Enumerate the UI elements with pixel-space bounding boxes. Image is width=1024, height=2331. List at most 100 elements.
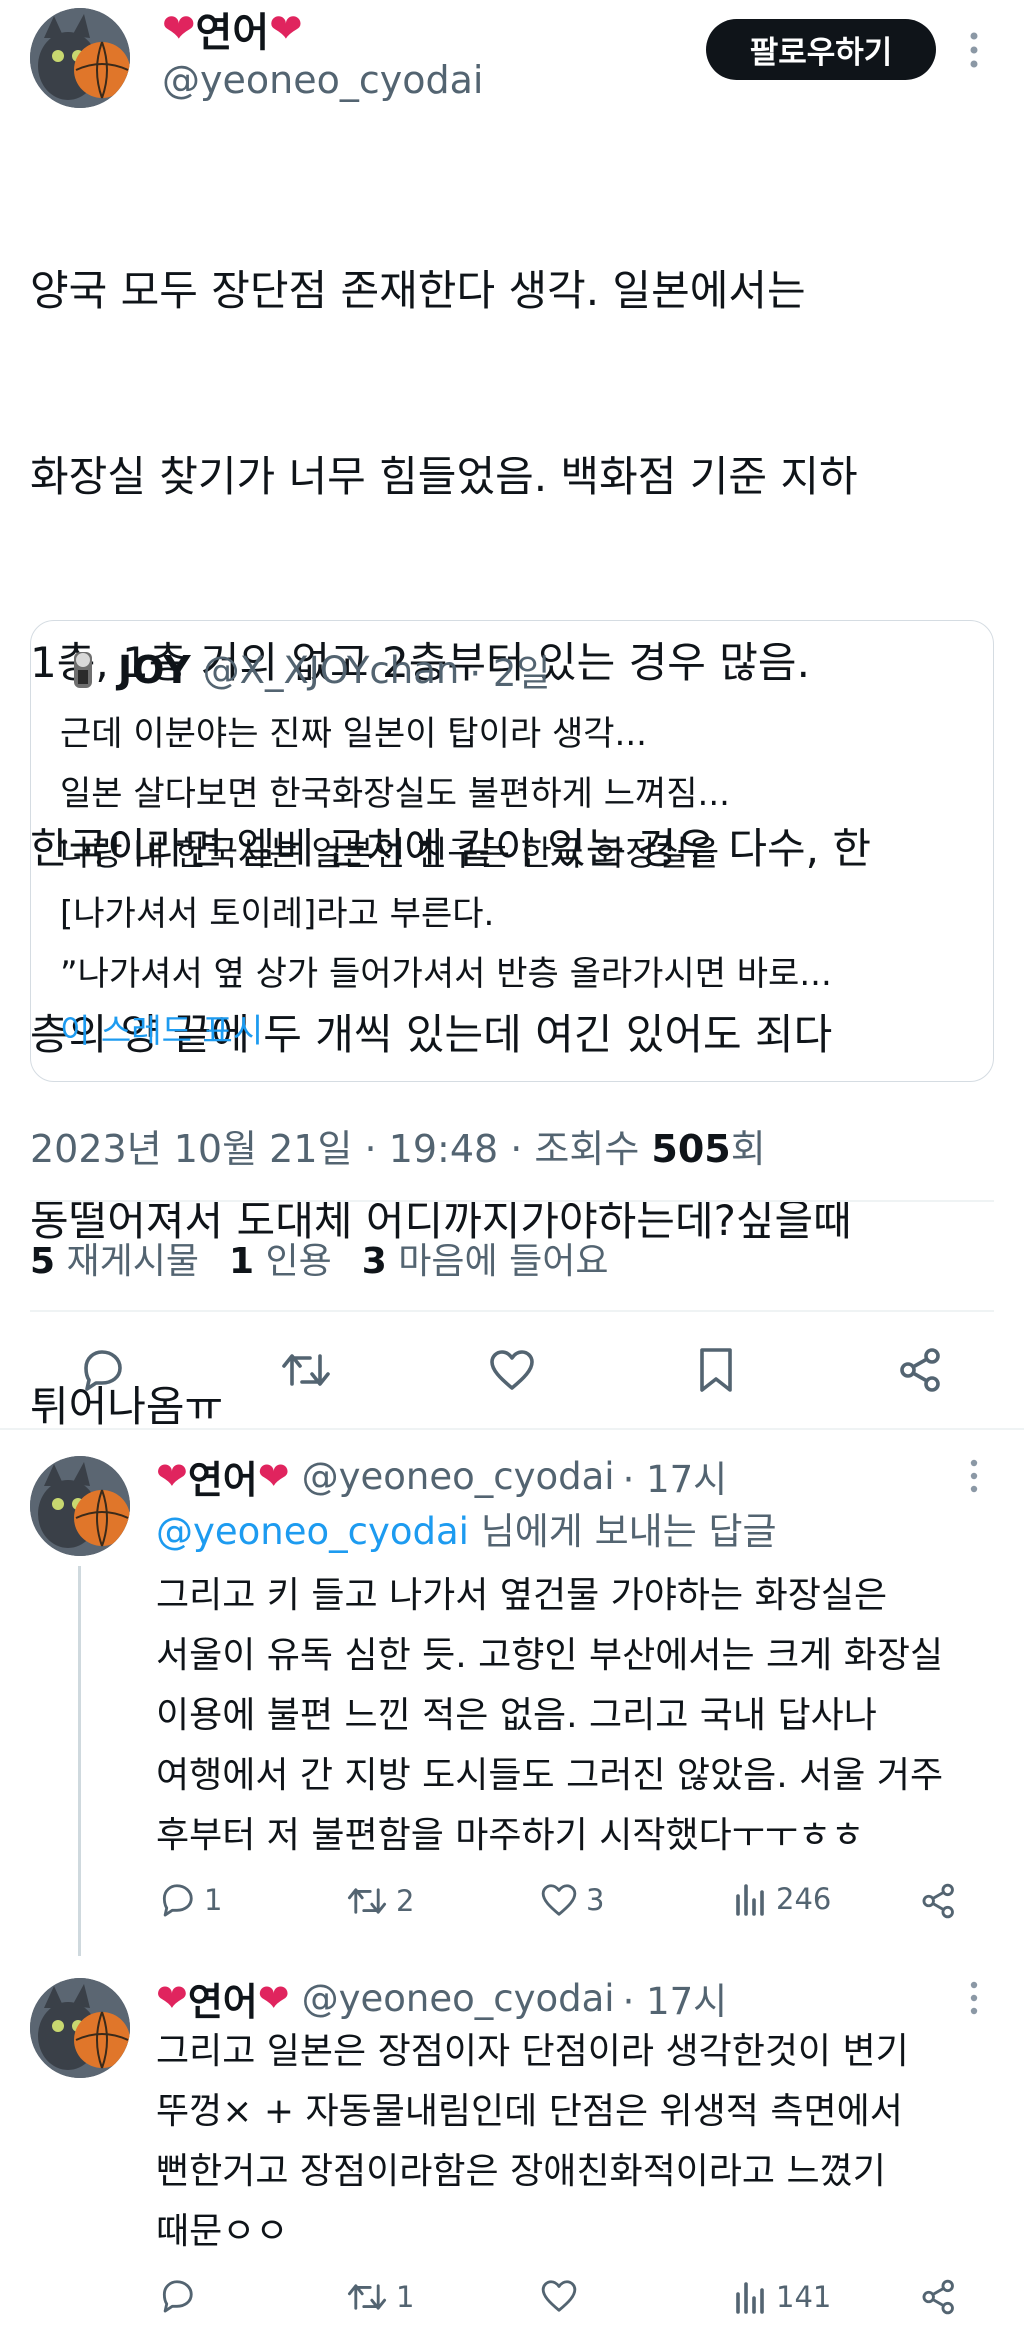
reply-text-line: 때문ㅇㅇ (156, 2211, 289, 2252)
views-action[interactable]: 141 (734, 2280, 831, 2314)
retweet-count: 2 (396, 1884, 415, 1918)
likes-stat[interactable]: 3 마음에 들어요 (362, 1232, 609, 1284)
reply-text-line: 이용에 불편 느낀 적은 없음. 그리고 국내 답사나 (156, 1695, 877, 1736)
like-count: 3 (586, 1883, 605, 1917)
retweets-count: 5 (30, 1241, 56, 1282)
reply-time: · 17시 (622, 1458, 728, 1501)
heart-emoji-icon: ❤ (269, 6, 303, 52)
quote-text-line: 나랑 내 한국사는 일본인 친구는 한국 화장실을 (60, 834, 720, 874)
retweet-icon (347, 2284, 387, 2310)
replying-to-suffix: 님에게 보내는 답글 (468, 1510, 777, 1553)
quote-author-handle[interactable]: @X_XJOYchan (203, 649, 460, 692)
reply-avatar[interactable] (30, 1456, 130, 1556)
reply-text-line: 후부터 저 불편함을 마주하기 시작했다ㅜㅜㅎㅎ (156, 1815, 865, 1856)
thread-line (78, 1566, 81, 1956)
heart-emoji-icon: ❤ (156, 1454, 188, 1498)
reply-icon (162, 1884, 193, 1917)
reply-author-name[interactable]: 연어 (188, 1449, 258, 1504)
reply-author-handle[interactable]: @yeoneo_cyodai (302, 1977, 615, 2020)
reply-header: ❤ 연어 ❤ @yeoneo_cyodai · 17시 (156, 1970, 727, 2026)
share-icon[interactable] (898, 1346, 944, 1398)
reply-avatar[interactable] (30, 1978, 130, 2078)
quote-text-line: ”나가셔서 옆 상가 들어가셔서 반층 올라가시면 바로... (60, 954, 832, 994)
reply-icon[interactable] (78, 1348, 126, 1396)
author-handle[interactable]: @yeoneo_cyodai (162, 58, 483, 102)
reply-text: 그리고 키 들고 나가서 옆건물 가야하는 화장실은 서울이 유독 심한 듯. … (156, 1566, 1006, 1866)
heart-emoji-icon: ❤ (156, 1976, 188, 2020)
likes-count: 3 (361, 1241, 387, 1282)
reply-header: ❤ 연어 ❤ @yeoneo_cyodai · 17시 (156, 1448, 727, 1504)
quote-author-name[interactable]: JOY (118, 648, 191, 692)
more-options-icon[interactable] (966, 30, 982, 70)
reply-text: 그리고 일본은 장점이자 단점이라 생각한것이 변기 뚜껑× + 자동물내림인데… (156, 2022, 1006, 2262)
divider (0, 1428, 1024, 1430)
quote-text-line: 일본 살다보면 한국화장실도 불편하게 느껴짐... (60, 774, 730, 814)
reply-time: · 17시 (622, 1980, 728, 2023)
view-count: 141 (776, 2280, 832, 2314)
tweet-datetime[interactable]: 2023년 10월 21일 · 19:48 · 조회수 (30, 1127, 651, 1171)
tweet-meta: 2023년 10월 21일 · 19:48 · 조회수 505회 (30, 1118, 766, 1173)
retweet-icon[interactable] (280, 1350, 332, 1394)
retweet-action[interactable]: 2 (346, 1884, 414, 1918)
engagement-stats: 5 재게시물 1 인용 3 마음에 들어요 (30, 1232, 608, 1284)
quote-time: · 2일 (469, 652, 551, 695)
heart-emoji-icon: ❤ (257, 1976, 290, 2020)
retweets-label: 재게시물 (66, 1241, 199, 1282)
divider (30, 1310, 994, 1312)
reply-author-handle[interactable]: @yeoneo_cyodai (302, 1455, 615, 1498)
figure-avatar-icon (74, 652, 92, 688)
quote-text-line: [나가셔서 토이레]라고 부른다. (60, 894, 495, 934)
quotes-label: 인용 (265, 1241, 332, 1282)
reply-text-line: 그리고 일본은 장점이자 단점이라 생각한것이 변기 (156, 2031, 909, 2072)
quote-text: 근데 이분야는 진짜 일본이 탑이라 생각... 일본 살다보면 한국화장실도 … (60, 704, 980, 1004)
heart-emoji-icon: ❤ (162, 6, 196, 52)
reply-author-name[interactable]: 연어 (188, 1971, 258, 2026)
view-count: 505 (651, 1127, 731, 1171)
likes-label: 마음에 들어요 (398, 1241, 609, 1282)
quote-text-line: 근데 이분야는 진짜 일본이 탑이라 생각... (60, 714, 647, 754)
reply-text-line: 서울이 유독 심한 듯. 고향인 부산에서는 크게 화장실 (156, 1635, 944, 1676)
show-thread-link[interactable]: 이 스레드 표시 (60, 1006, 263, 1056)
like-action[interactable] (540, 2278, 586, 2314)
retweet-icon (347, 1888, 387, 1914)
replying-to-handle[interactable]: @yeoneo_cyodai (156, 1510, 469, 1553)
reply-action[interactable]: 1 (158, 1882, 222, 1918)
like-icon (541, 1884, 577, 1916)
view-suffix: 회 (730, 1127, 766, 1171)
retweets-stat[interactable]: 5 재게시물 (30, 1232, 199, 1284)
tweet-text-line: 양국 모두 장단점 존재한다 생각. 일본에서는 (30, 266, 806, 315)
reply-text-line: 뚜껑× + 자동물내림인데 단점은 위생적 측면에서 (156, 2091, 903, 2132)
like-icon (541, 2280, 577, 2312)
replying-to: @yeoneo_cyodai 님에게 보내는 답글 (156, 1504, 777, 1560)
follow-button[interactable]: 팔로우하기 (706, 19, 936, 80)
quote-header: JOY @X_XJOYchan · 2일 (118, 642, 550, 698)
bookmark-icon[interactable] (696, 1346, 736, 1398)
retweet-action[interactable]: 1 (346, 2280, 414, 2314)
reply-text-line: 그리고 키 들고 나가서 옆건물 가야하는 화장실은 (156, 1575, 888, 1616)
reply-action[interactable] (158, 2278, 204, 2314)
view-count: 246 (776, 1882, 832, 1916)
cat-avatar-icon (30, 1978, 130, 2078)
reply-icon (162, 2280, 193, 2313)
reply-text-line: 여행에서 간 지방 도시들도 그러진 않았음. 서울 거주 (156, 1755, 944, 1796)
views-icon (736, 2282, 764, 2314)
reply-count: 1 (204, 1883, 223, 1917)
more-options-icon[interactable] (966, 1458, 982, 1494)
views-action[interactable]: 246 (734, 1882, 831, 1916)
quotes-stat[interactable]: 1 인용 (229, 1232, 332, 1284)
quotes-count: 1 (229, 1241, 255, 1282)
retweet-count: 1 (396, 2280, 415, 2314)
like-icon[interactable] (488, 1348, 536, 1396)
more-options-icon[interactable] (966, 1980, 982, 2016)
views-icon (736, 1884, 764, 1916)
author-name[interactable]: ❤ 연어 ❤ (162, 2, 303, 56)
heart-emoji-icon: ❤ (257, 1454, 290, 1498)
share-icon[interactable] (920, 1882, 958, 1924)
like-action[interactable]: 3 (540, 1882, 604, 1918)
quote-avatar[interactable] (66, 648, 100, 692)
author-name-text: 연어 (195, 10, 270, 56)
share-icon[interactable] (920, 2278, 958, 2320)
cat-avatar-icon (30, 1456, 130, 1556)
avatar[interactable] (30, 8, 130, 108)
cat-avatar-icon (30, 8, 130, 108)
